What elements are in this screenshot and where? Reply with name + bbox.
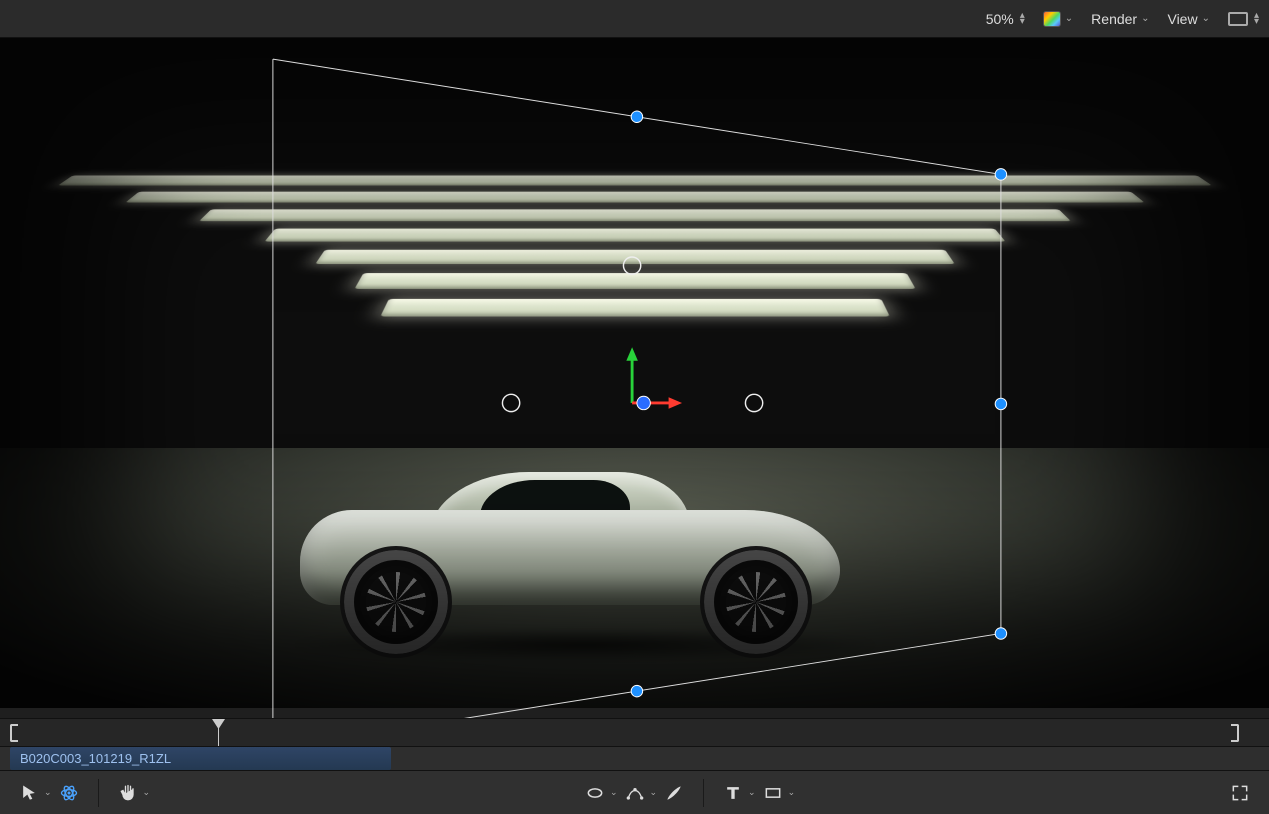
expand-arrows-icon xyxy=(1230,783,1250,803)
canvas-viewport[interactable] xyxy=(0,38,1269,718)
canvas-topbar: 50% ▴▾ ⌄ Render ⌄ View ⌄ ▴▾ xyxy=(0,0,1269,38)
app-root: 50% ▴▾ ⌄ Render ⌄ View ⌄ ▴▾ xyxy=(0,0,1269,814)
playhead[interactable] xyxy=(218,719,219,746)
select-tool-dropdown[interactable]: ⌄ xyxy=(42,783,54,802)
rectangle-icon xyxy=(763,783,783,803)
text-tool-dropdown[interactable]: ⌄ xyxy=(746,783,758,802)
out-point-marker[interactable] xyxy=(1231,724,1239,742)
render-menu[interactable]: Render ⌄ xyxy=(1091,11,1149,27)
rectangle-mask-dropdown[interactable]: ⌄ xyxy=(786,783,798,802)
arrow-cursor-icon xyxy=(19,783,39,803)
pan-tool-dropdown[interactable]: ⌄ xyxy=(141,783,153,802)
aspect-ratio-dropdown[interactable]: ▴▾ xyxy=(1228,12,1259,26)
color-channels-icon xyxy=(1043,11,1061,27)
render-label: Render xyxy=(1091,11,1137,27)
text-t-icon xyxy=(723,783,743,803)
composited-scene xyxy=(0,38,1269,708)
bottom-toolbar: ⌄ ⌄ ⌄ ⌄ xyxy=(0,770,1269,814)
light-rig xyxy=(0,170,1269,328)
clip-name: B020C003_101219_R1ZL xyxy=(20,751,171,766)
shape-mask-tool[interactable] xyxy=(582,780,608,806)
aspect-ratio-icon xyxy=(1228,12,1248,26)
ellipse-icon xyxy=(585,783,605,803)
brush-icon xyxy=(664,783,684,803)
zoom-level-value: 50% xyxy=(986,11,1014,27)
rectangle-mask-tool[interactable] xyxy=(760,780,786,806)
shape-mask-dropdown[interactable]: ⌄ xyxy=(608,783,620,802)
3d-transform-tool[interactable] xyxy=(56,780,82,806)
atom-3d-icon xyxy=(59,783,79,803)
toolbar-separator xyxy=(98,779,99,807)
text-tool[interactable] xyxy=(720,780,746,806)
stepper-arrows-icon: ▴▾ xyxy=(1254,13,1259,25)
clip-item[interactable]: B020C003_101219_R1ZL xyxy=(10,747,391,770)
bezier-pen-icon xyxy=(625,783,645,803)
pen-tool-dropdown[interactable]: ⌄ xyxy=(648,783,660,802)
clip-track: B020C003_101219_R1ZL xyxy=(0,746,1269,770)
color-channels-dropdown[interactable]: ⌄ xyxy=(1043,11,1073,27)
pen-tool[interactable] xyxy=(622,780,648,806)
mini-timeline[interactable] xyxy=(0,718,1269,746)
toolbar-separator xyxy=(703,779,704,807)
view-menu[interactable]: View ⌄ xyxy=(1167,11,1209,27)
pan-tool[interactable] xyxy=(115,780,141,806)
zoom-level-stepper[interactable]: 50% ▴▾ xyxy=(986,11,1025,27)
select-tool[interactable] xyxy=(16,780,42,806)
canvas-content xyxy=(0,38,1269,718)
paint-stroke-tool[interactable] xyxy=(661,780,687,806)
fullscreen-toggle[interactable] xyxy=(1227,780,1253,806)
chevron-down-icon: ⌄ xyxy=(1202,13,1210,24)
chevron-down-icon: ⌄ xyxy=(1065,13,1073,24)
view-label: View xyxy=(1167,11,1197,27)
in-point-marker[interactable] xyxy=(10,724,18,742)
stepper-arrows-icon: ▴▾ xyxy=(1020,13,1025,25)
car xyxy=(300,458,860,658)
chevron-down-icon: ⌄ xyxy=(1141,13,1149,24)
hand-icon xyxy=(118,783,138,803)
